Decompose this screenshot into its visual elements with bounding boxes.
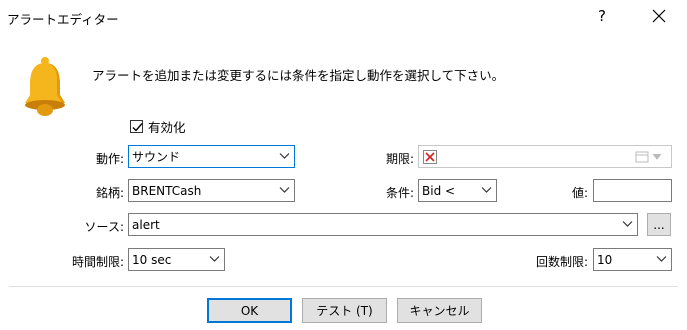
- max-iterations-label: 回数制限:: [535, 255, 588, 269]
- chevron-down-icon: [279, 153, 290, 159]
- symbol-value: BRENTCash: [132, 183, 202, 198]
- test-button[interactable]: テスト (T): [302, 298, 387, 323]
- symbol-select[interactable]: BRENTCash: [128, 179, 295, 202]
- condition-select[interactable]: Bid <: [418, 179, 497, 202]
- condition-value: Bid <: [422, 183, 456, 198]
- chevron-down-icon: [622, 221, 633, 227]
- close-button[interactable]: [642, 3, 676, 29]
- enable-checkbox[interactable]: 有効化: [130, 117, 186, 136]
- action-label: 動作:: [95, 152, 124, 166]
- timeout-select[interactable]: 10 sec: [128, 248, 225, 271]
- test-label: テスト (T): [316, 304, 373, 318]
- cancel-label: キャンセル: [409, 304, 470, 318]
- footer-divider: [9, 286, 678, 287]
- max-iterations-value: 10: [597, 252, 613, 267]
- expiry-picker[interactable]: [418, 145, 672, 168]
- ok-label: OK: [240, 303, 259, 318]
- timeout-label: 時間制限:: [71, 255, 124, 269]
- value-input[interactable]: [593, 179, 672, 202]
- condition-label: 条件:: [385, 186, 414, 200]
- chevron-down-icon: [656, 256, 667, 262]
- browse-label: ...: [653, 217, 665, 232]
- chevron-down-icon: [481, 187, 492, 193]
- source-select[interactable]: alert: [128, 213, 638, 236]
- enable-label: 有効化: [148, 120, 186, 135]
- timeout-value: 10 sec: [132, 252, 172, 267]
- source-label: ソース:: [84, 220, 124, 234]
- max-iterations-select[interactable]: 10: [593, 248, 672, 271]
- value-label: 値:: [571, 186, 588, 200]
- window-title: アラートエディター: [7, 12, 119, 27]
- symbol-label: 銘柄:: [95, 186, 124, 200]
- expiry-checkbox-x-icon[interactable]: [423, 149, 437, 164]
- close-icon: [652, 9, 666, 23]
- checkmark-icon: [132, 123, 143, 132]
- checkbox-box[interactable]: [130, 120, 143, 133]
- help-button[interactable]: ?: [585, 3, 619, 29]
- expiry-label: 期限:: [385, 152, 414, 166]
- browse-button[interactable]: ...: [647, 213, 671, 236]
- description-text: アラートを追加または変更するには条件を指定し動作を選択して下さい。: [92, 68, 505, 83]
- bell-icon: [22, 55, 68, 120]
- source-value: alert: [132, 217, 160, 232]
- cancel-button[interactable]: キャンセル: [397, 298, 482, 323]
- ok-button[interactable]: OK: [207, 298, 292, 323]
- chevron-down-icon: [279, 187, 290, 193]
- calendar-icon[interactable]: [635, 151, 665, 163]
- action-value: サウンド: [132, 150, 181, 164]
- action-select[interactable]: サウンド: [128, 145, 295, 168]
- chevron-down-icon: [209, 256, 220, 262]
